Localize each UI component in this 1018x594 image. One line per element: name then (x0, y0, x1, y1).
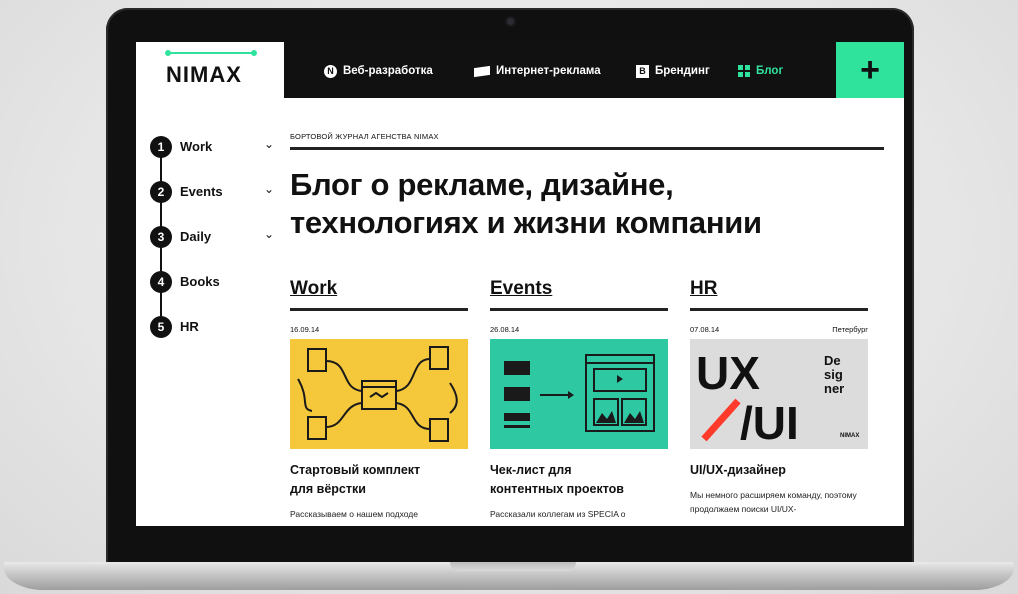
sidebar-item-label: Work (180, 139, 213, 154)
laptop-notch (450, 562, 576, 571)
divider (290, 147, 884, 150)
poster-sig: sig (824, 367, 843, 382)
divider (690, 308, 868, 311)
post-excerpt: Мы немного расширяем команду, поэтому пр… (690, 490, 857, 514)
column-work: Work 16.09.14 Стартовый комплект для вёр… (290, 278, 468, 521)
post-meta: 16.09.14 (290, 325, 468, 339)
post-title-line: контентных проектов (490, 482, 624, 496)
logo-accent-line (165, 50, 257, 56)
post-image[interactable] (490, 339, 668, 449)
title-line: технологиях и жизни компании (290, 205, 762, 240)
poster-de: De (824, 353, 841, 368)
post-date: 16.09.14 (290, 325, 320, 334)
nav-label: Брендинг (655, 65, 710, 77)
post-date: 26.08.14 (490, 325, 520, 334)
post-location: Петербург (832, 325, 868, 334)
post-excerpt: Рассказали коллегам из SPECIA о (490, 509, 626, 519)
sidebar-item-label: HR (180, 319, 199, 334)
title-line: Блог о рекламе, дизайне, (290, 167, 674, 202)
post-title-line: Чек-лист для (490, 463, 572, 477)
sidebar-number: 3 (150, 226, 172, 248)
camera (507, 18, 514, 25)
poster-ner: ner (824, 381, 844, 396)
post-image[interactable] (290, 339, 468, 449)
post-image[interactable]: UX /UI De sig ner NIMAX (690, 339, 868, 449)
main-nav: N Веб-разработка Интернет-реклама B Брен… (284, 42, 836, 98)
nav-label: Интернет-реклама (496, 65, 601, 77)
nav-label: Блог (756, 65, 784, 77)
post-excerpt: Рассказываем о нашем подходе (290, 509, 418, 519)
sidebar-number: 1 (150, 136, 172, 158)
post-date: 07.08.14 (690, 325, 720, 334)
nav-branding[interactable]: B Брендинг (636, 63, 710, 79)
sidebar-item-hr[interactable]: 5 HR (150, 316, 280, 340)
post-title[interactable]: Стартовый комплект для вёрстки (290, 461, 468, 499)
post-title[interactable]: Чек-лист для контентных проектов (490, 461, 668, 499)
poster-ui: /UI (740, 397, 799, 449)
sidebar-item-events[interactable]: 2 Events ⌄ (150, 181, 280, 205)
sidebar-item-label: Events (180, 184, 223, 199)
post-meta: 26.08.14 (490, 325, 668, 339)
divider (490, 308, 668, 311)
logo-link[interactable]: NIMAX (136, 42, 284, 98)
sidebar-item-daily[interactable]: 3 Daily ⌄ (150, 226, 280, 250)
nav-blog[interactable]: Блог (738, 63, 783, 79)
browser-screen: NIMAX N Веб-разработка Интернет-реклама … (136, 42, 904, 526)
logo: NIMAX (166, 62, 242, 87)
page-title: Блог о рекламе, дизайне, технологиях и ж… (290, 166, 890, 242)
sidebar-number: 5 (150, 316, 172, 338)
kicker: БОРТОВОЙ ЖУРНАЛ АГЕНСТВА NIMAX (290, 132, 439, 141)
post-title-line: Стартовый комплект (290, 463, 421, 477)
nav-internet-advertising[interactable]: Интернет-реклама (474, 63, 601, 79)
column-heading[interactable]: HR (690, 278, 868, 304)
sidebar-item-work[interactable]: 1 Work ⌄ (150, 136, 280, 160)
chevron-down-icon[interactable]: ⌄ (264, 227, 274, 241)
sidebar-number: 4 (150, 271, 172, 293)
poster-brand: NIMAX (840, 433, 859, 439)
site-header: NIMAX N Веб-разработка Интернет-реклама … (136, 42, 904, 98)
sidebar-number: 2 (150, 181, 172, 203)
grid-icon (738, 65, 750, 77)
column-hr: HR 07.08.14 Петербург UX /UI De sig ner … (690, 278, 868, 516)
sidebar-item-label: Books (180, 274, 220, 289)
chevron-down-icon[interactable]: ⌄ (264, 137, 274, 151)
post-meta: 07.08.14 Петербург (690, 325, 868, 339)
poster-ux: UX (696, 347, 760, 399)
nav-web-development[interactable]: N Веб-разработка (324, 63, 433, 79)
post-title-line: UI/UX-дизайнер (690, 463, 786, 477)
chevron-down-icon[interactable]: ⌄ (264, 182, 274, 196)
b-square-icon: B (636, 64, 649, 78)
column-heading[interactable]: Events (490, 278, 668, 304)
n-circle-icon: N (324, 64, 337, 78)
flag-icon (474, 65, 490, 77)
column-heading[interactable]: Work (290, 278, 468, 304)
divider (290, 308, 468, 311)
sidebar-item-label: Daily (180, 229, 212, 244)
post-title[interactable]: UI/UX-дизайнер (690, 461, 868, 480)
sidebar-item-books[interactable]: 4 Books (150, 271, 280, 295)
plus-button[interactable]: + (836, 42, 904, 98)
nav-label: Веб-разработка (343, 65, 433, 77)
column-events: Events 26.08.14 Чек-лист для контентных … (490, 278, 668, 521)
post-title-line: для вёрстки (290, 482, 366, 496)
laptop-base (4, 562, 1014, 590)
